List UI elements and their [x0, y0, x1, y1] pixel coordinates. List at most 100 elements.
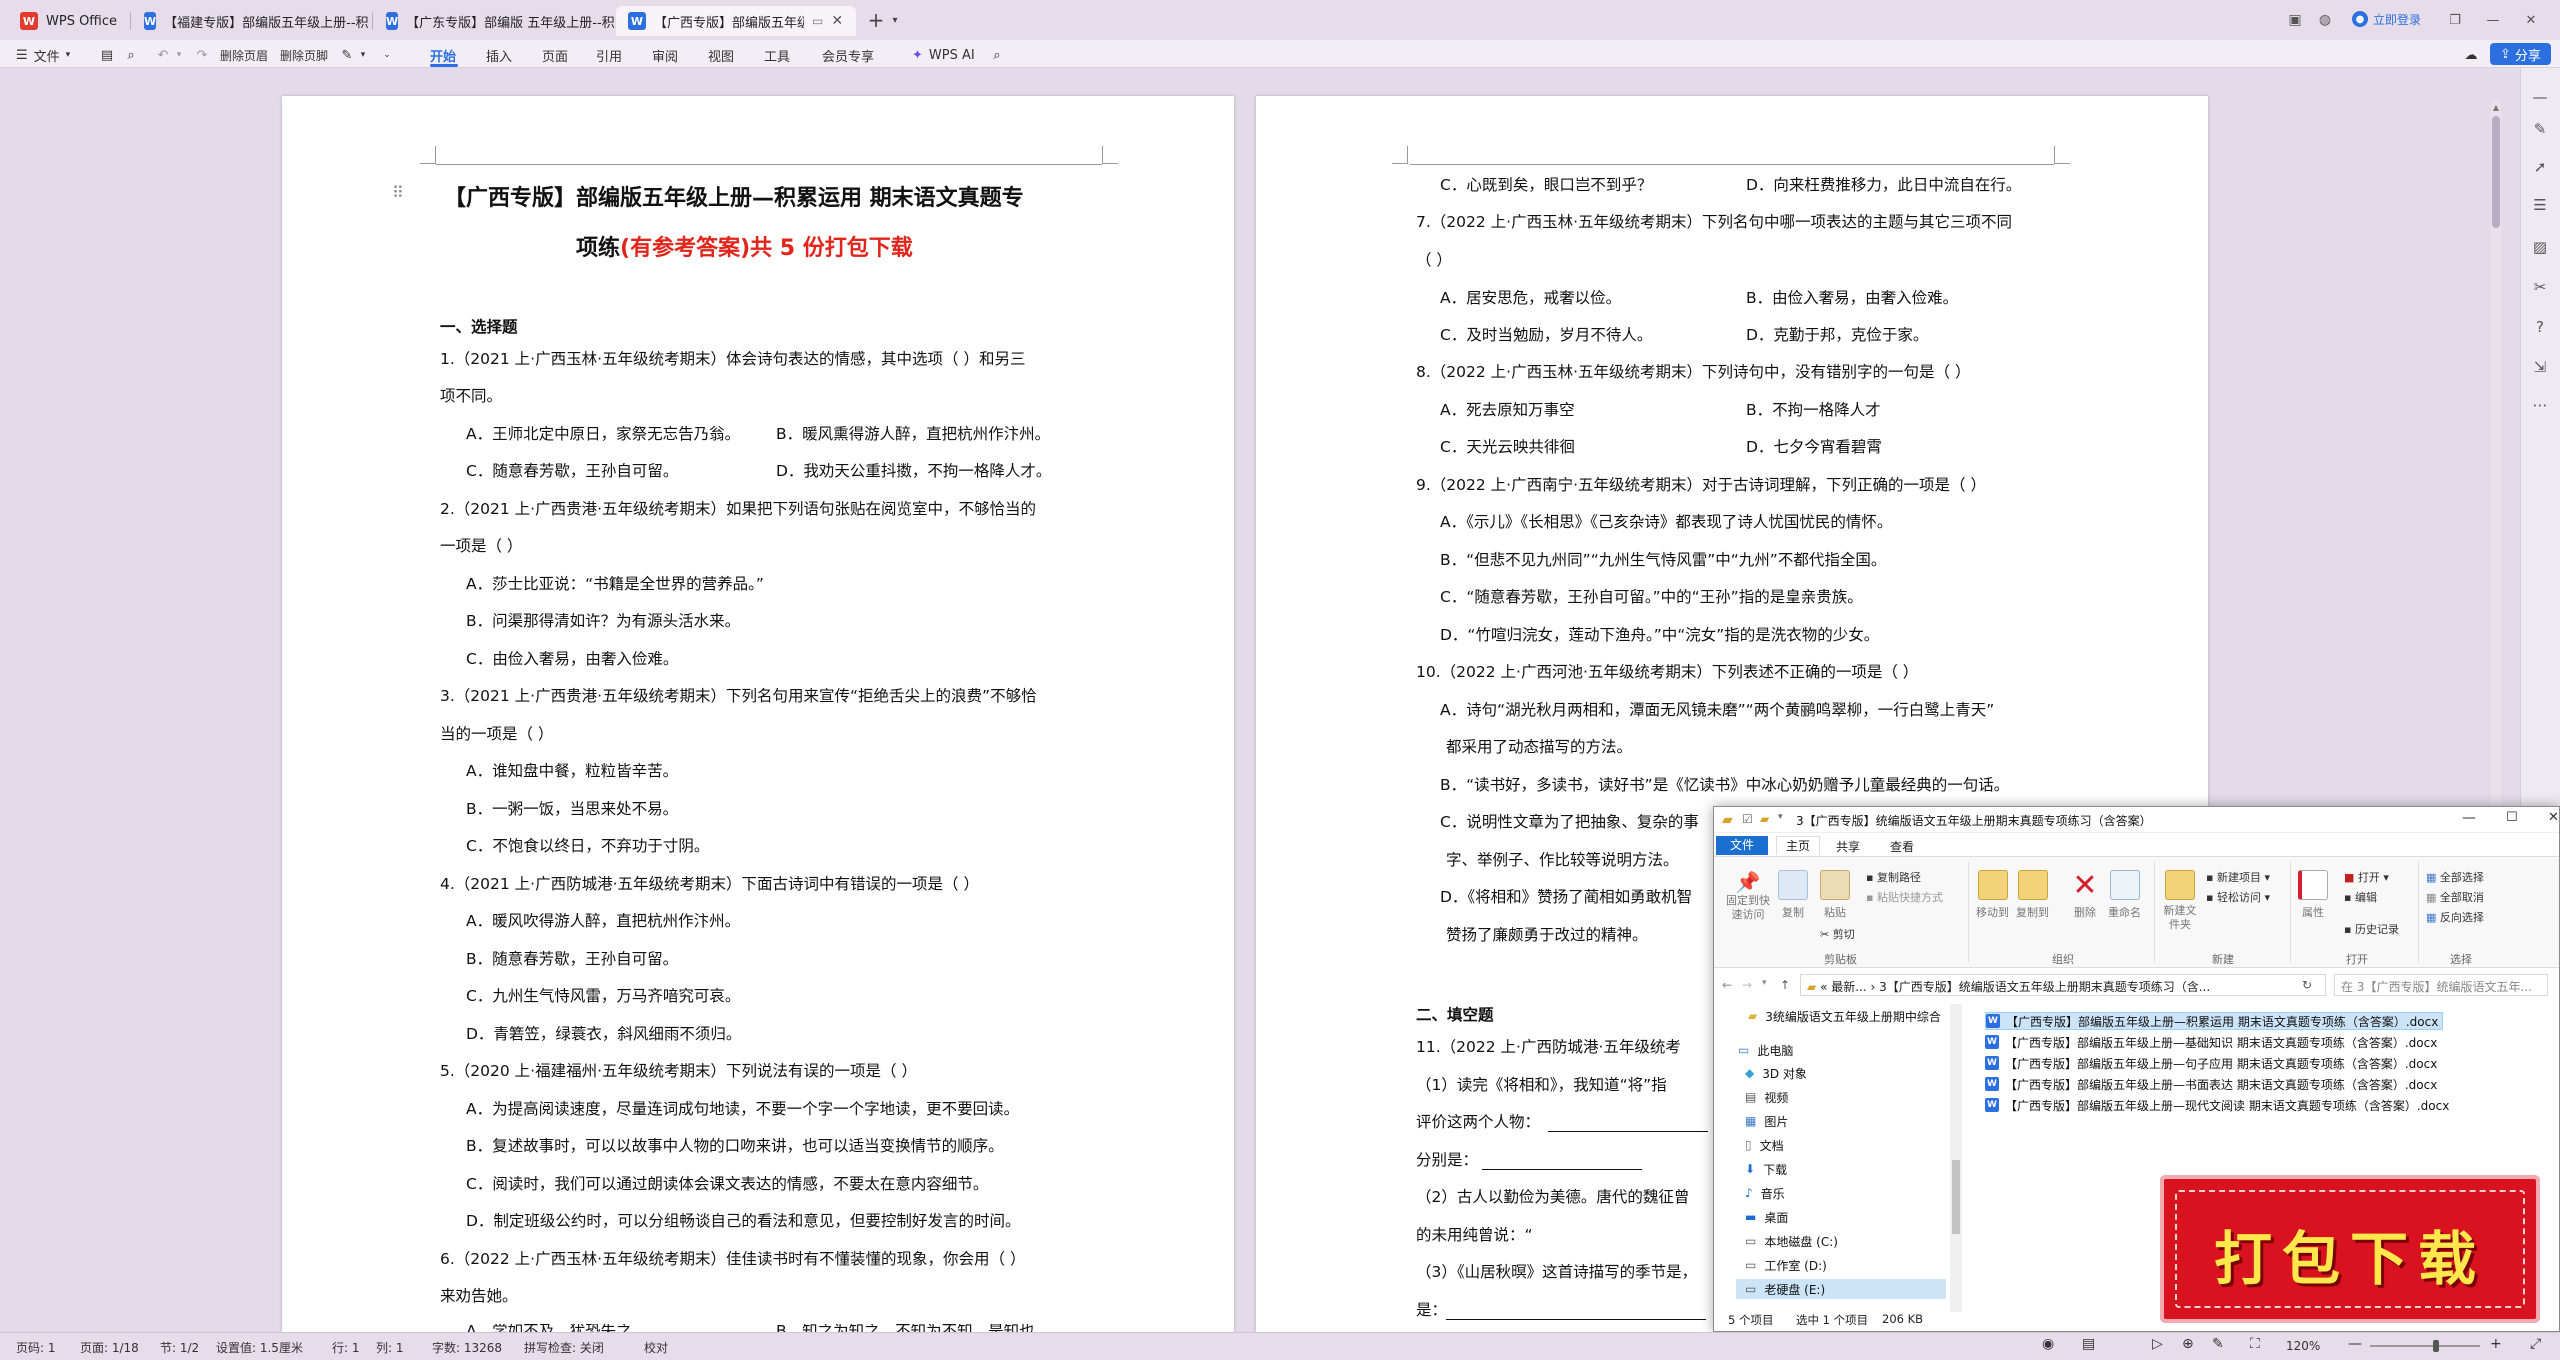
paste-button[interactable]: 粘贴	[1820, 870, 1850, 920]
page-number[interactable]: 页码: 1	[16, 1339, 56, 1356]
window-icon[interactable]: ▣	[2286, 11, 2304, 29]
new-folder-button[interactable]: 新建文件夹	[2160, 870, 2200, 932]
tab-view[interactable]: 视图	[708, 44, 734, 66]
search-box[interactable]: 在 3【广西专版】统编版语文五年...	[2334, 974, 2548, 996]
scroll-up-icon[interactable]: ▲	[2491, 101, 2501, 113]
minimize-icon[interactable]: —	[2462, 810, 2476, 826]
undo-icon[interactable]: ↶	[154, 44, 172, 66]
more-chevron-icon[interactable]: ⌄	[380, 44, 394, 66]
nav-item-videos[interactable]: ▤ 视频	[1745, 1087, 1788, 1107]
setting-value[interactable]: 设置值: 1.5厘米	[216, 1339, 303, 1356]
section-info[interactable]: 节: 1/2	[160, 1339, 199, 1356]
user-avatar-icon[interactable]: ●	[2352, 11, 2368, 27]
chevron-down-icon[interactable]: ▾	[174, 44, 184, 66]
copy-path-button[interactable]: ▪ 复制路径	[1866, 869, 1921, 885]
chevron-down-icon[interactable]: ▾	[1762, 978, 1767, 988]
tab-reference[interactable]: 引用	[596, 44, 622, 66]
cut-button[interactable]: ✂ 剪切	[1820, 926, 1855, 942]
fullscreen-icon[interactable]: ⤢	[2530, 1336, 2541, 1352]
file-menu[interactable]: ☰ 文件 ▾	[16, 44, 70, 66]
pen-icon[interactable]: ✎	[2531, 120, 2549, 138]
select-none-button[interactable]: ▦ 全部取消	[2426, 889, 2484, 905]
more-icon[interactable]: ⋯	[2531, 396, 2549, 414]
paste-shortcut-button[interactable]: ▪ 粘贴快捷方式	[1866, 889, 1943, 905]
settings-sliders-icon[interactable]: ☰	[2531, 196, 2549, 214]
close-icon[interactable]: ✕	[2548, 810, 2559, 825]
select-all-button[interactable]: ▦ 全部选择	[2426, 869, 2484, 885]
format-painter-icon[interactable]: ⌕	[122, 44, 140, 66]
help-icon[interactable]: ?	[2531, 318, 2549, 336]
minimize-icon[interactable]: —	[2484, 11, 2502, 29]
refresh-icon[interactable]: ↻	[2302, 978, 2312, 992]
file-item-selected[interactable]: W 【广西专版】部编版五年级上册—积累运用 期末语文真题专项练（含答案）.docx	[1985, 1012, 2444, 1030]
spell-check[interactable]: 拼写检查: 关闭	[524, 1339, 604, 1356]
page-count[interactable]: 页面: 1/18	[80, 1339, 139, 1356]
nav-item-desktop[interactable]: ▬ 桌面	[1745, 1207, 1788, 1227]
tools-icon[interactable]: ✂	[2531, 278, 2549, 296]
menu-home[interactable]: 主页	[1776, 836, 1820, 855]
copy-to-button[interactable]: 复制到	[2016, 870, 2049, 920]
zoom-in-icon[interactable]: +	[2490, 1336, 2502, 1352]
properties-button[interactable]: 属性	[2298, 870, 2328, 920]
proofread-button[interactable]: 校对	[644, 1339, 668, 1356]
tab-document-1[interactable]: W 【福建专版】部编版五年级上册--积	[132, 6, 372, 36]
share-page-icon[interactable]: ⇲	[2531, 358, 2549, 376]
save-icon[interactable]: ▤	[98, 44, 116, 66]
nav-scrollbar[interactable]	[1950, 1004, 1962, 1312]
file-item[interactable]: W 【广西专版】部编版五年级上册—基础知识 期末语文真题专项练（含答案）.docx	[1985, 1033, 2437, 1051]
delete-footer-button[interactable]: 删除页脚	[280, 44, 328, 66]
tab-review[interactable]: 审阅	[652, 44, 678, 66]
rename-button[interactable]: 重命名	[2108, 870, 2141, 920]
share-button[interactable]: ⇪ 分享	[2490, 43, 2551, 65]
close-window-icon[interactable]: ✕	[2522, 11, 2540, 29]
cloud-icon[interactable]: ☁	[2462, 44, 2480, 66]
restore-window-icon[interactable]: ❐	[2446, 11, 2464, 29]
invert-selection-button[interactable]: ▦ 反向选择	[2426, 909, 2484, 925]
nav-item-3d[interactable]: ◆ 3D 对象	[1745, 1063, 1807, 1083]
tab-member[interactable]: 会员专享	[822, 44, 874, 66]
zoom-slider[interactable]	[2370, 1345, 2480, 1347]
nav-item-drive-e-selected[interactable]: ▭ 老硬盘 (E:)	[1736, 1279, 1946, 1299]
move-to-button[interactable]: 移动到	[1976, 870, 2009, 920]
forward-icon[interactable]: →	[1742, 978, 1752, 992]
tab-page[interactable]: 页面	[542, 44, 568, 66]
copy-button[interactable]: 复制	[1778, 870, 1808, 920]
nav-item-downloads[interactable]: ⬇ 下载	[1745, 1159, 1787, 1179]
zoom-level[interactable]: 120%	[2286, 1339, 2320, 1353]
collapse-icon[interactable]: —	[2531, 88, 2549, 106]
easy-access-button[interactable]: ▪ 轻松访问 ▾	[2206, 889, 2270, 905]
tab-insert[interactable]: 插入	[486, 44, 512, 66]
scrollbar-thumb[interactable]	[2492, 116, 2500, 228]
edit-button[interactable]: ▪ 编辑	[2344, 889, 2377, 905]
pen-icon[interactable]: ✎	[2212, 1336, 2224, 1352]
up-icon[interactable]: ↑	[1780, 978, 1790, 992]
menu-view[interactable]: 查看	[1890, 838, 1914, 855]
nav-item-pictures[interactable]: ▦ 图片	[1745, 1111, 1788, 1131]
monitor-icon[interactable]: ▭	[812, 14, 823, 28]
delete-button[interactable]: ✕ 删除	[2070, 868, 2100, 920]
nav-item-music[interactable]: ♪ 音乐	[1745, 1183, 1785, 1203]
zoom-slider-thumb[interactable]	[2433, 1340, 2439, 1352]
page-view-icon[interactable]: ▤	[2082, 1336, 2095, 1352]
drag-handle-icon[interactable]: ⠿	[392, 183, 404, 202]
chevron-down-icon[interactable]: ▾	[888, 12, 902, 28]
pin-quick-access-button[interactable]: 📌 固定到快速访问	[1722, 870, 1774, 922]
menu-file[interactable]: 文件	[1716, 836, 1768, 855]
nav-item-this-pc[interactable]: ▭ 此电脑	[1738, 1040, 1793, 1060]
file-item[interactable]: W 【广西专版】部编版五年级上册—句子应用 期末语文真题专项练（含答案）.docx	[1985, 1054, 2437, 1072]
search-icon[interactable]: ⌕	[988, 44, 1006, 66]
web-view-icon[interactable]: ⊕	[2182, 1336, 2194, 1352]
tab-start[interactable]: 开始	[430, 44, 456, 66]
image-edit-icon[interactable]: ▨	[2531, 238, 2549, 256]
tab-document-2[interactable]: W 【广东专版】部编版 五年级上册--积	[374, 6, 614, 36]
folder-icon[interactable]: ▰	[1760, 812, 1769, 826]
open-button[interactable]: ■ 打开 ▾	[2344, 869, 2389, 885]
chevron-down-icon[interactable]: ▾	[358, 44, 368, 66]
fit-icon[interactable]: ⛶	[2250, 1336, 2260, 1352]
tab-tools[interactable]: 工具	[764, 44, 790, 66]
tab-document-3-active[interactable]: W 【广西专版】部编版五年级上 ▭ ✕	[616, 6, 856, 36]
zoom-out-icon[interactable]: —	[2348, 1336, 2362, 1352]
redo-icon[interactable]: ↷	[194, 44, 210, 66]
quick-access-icon[interactable]: ☑	[1742, 812, 1753, 826]
wps-ai-button[interactable]: ✦ WPS AI	[912, 44, 975, 66]
